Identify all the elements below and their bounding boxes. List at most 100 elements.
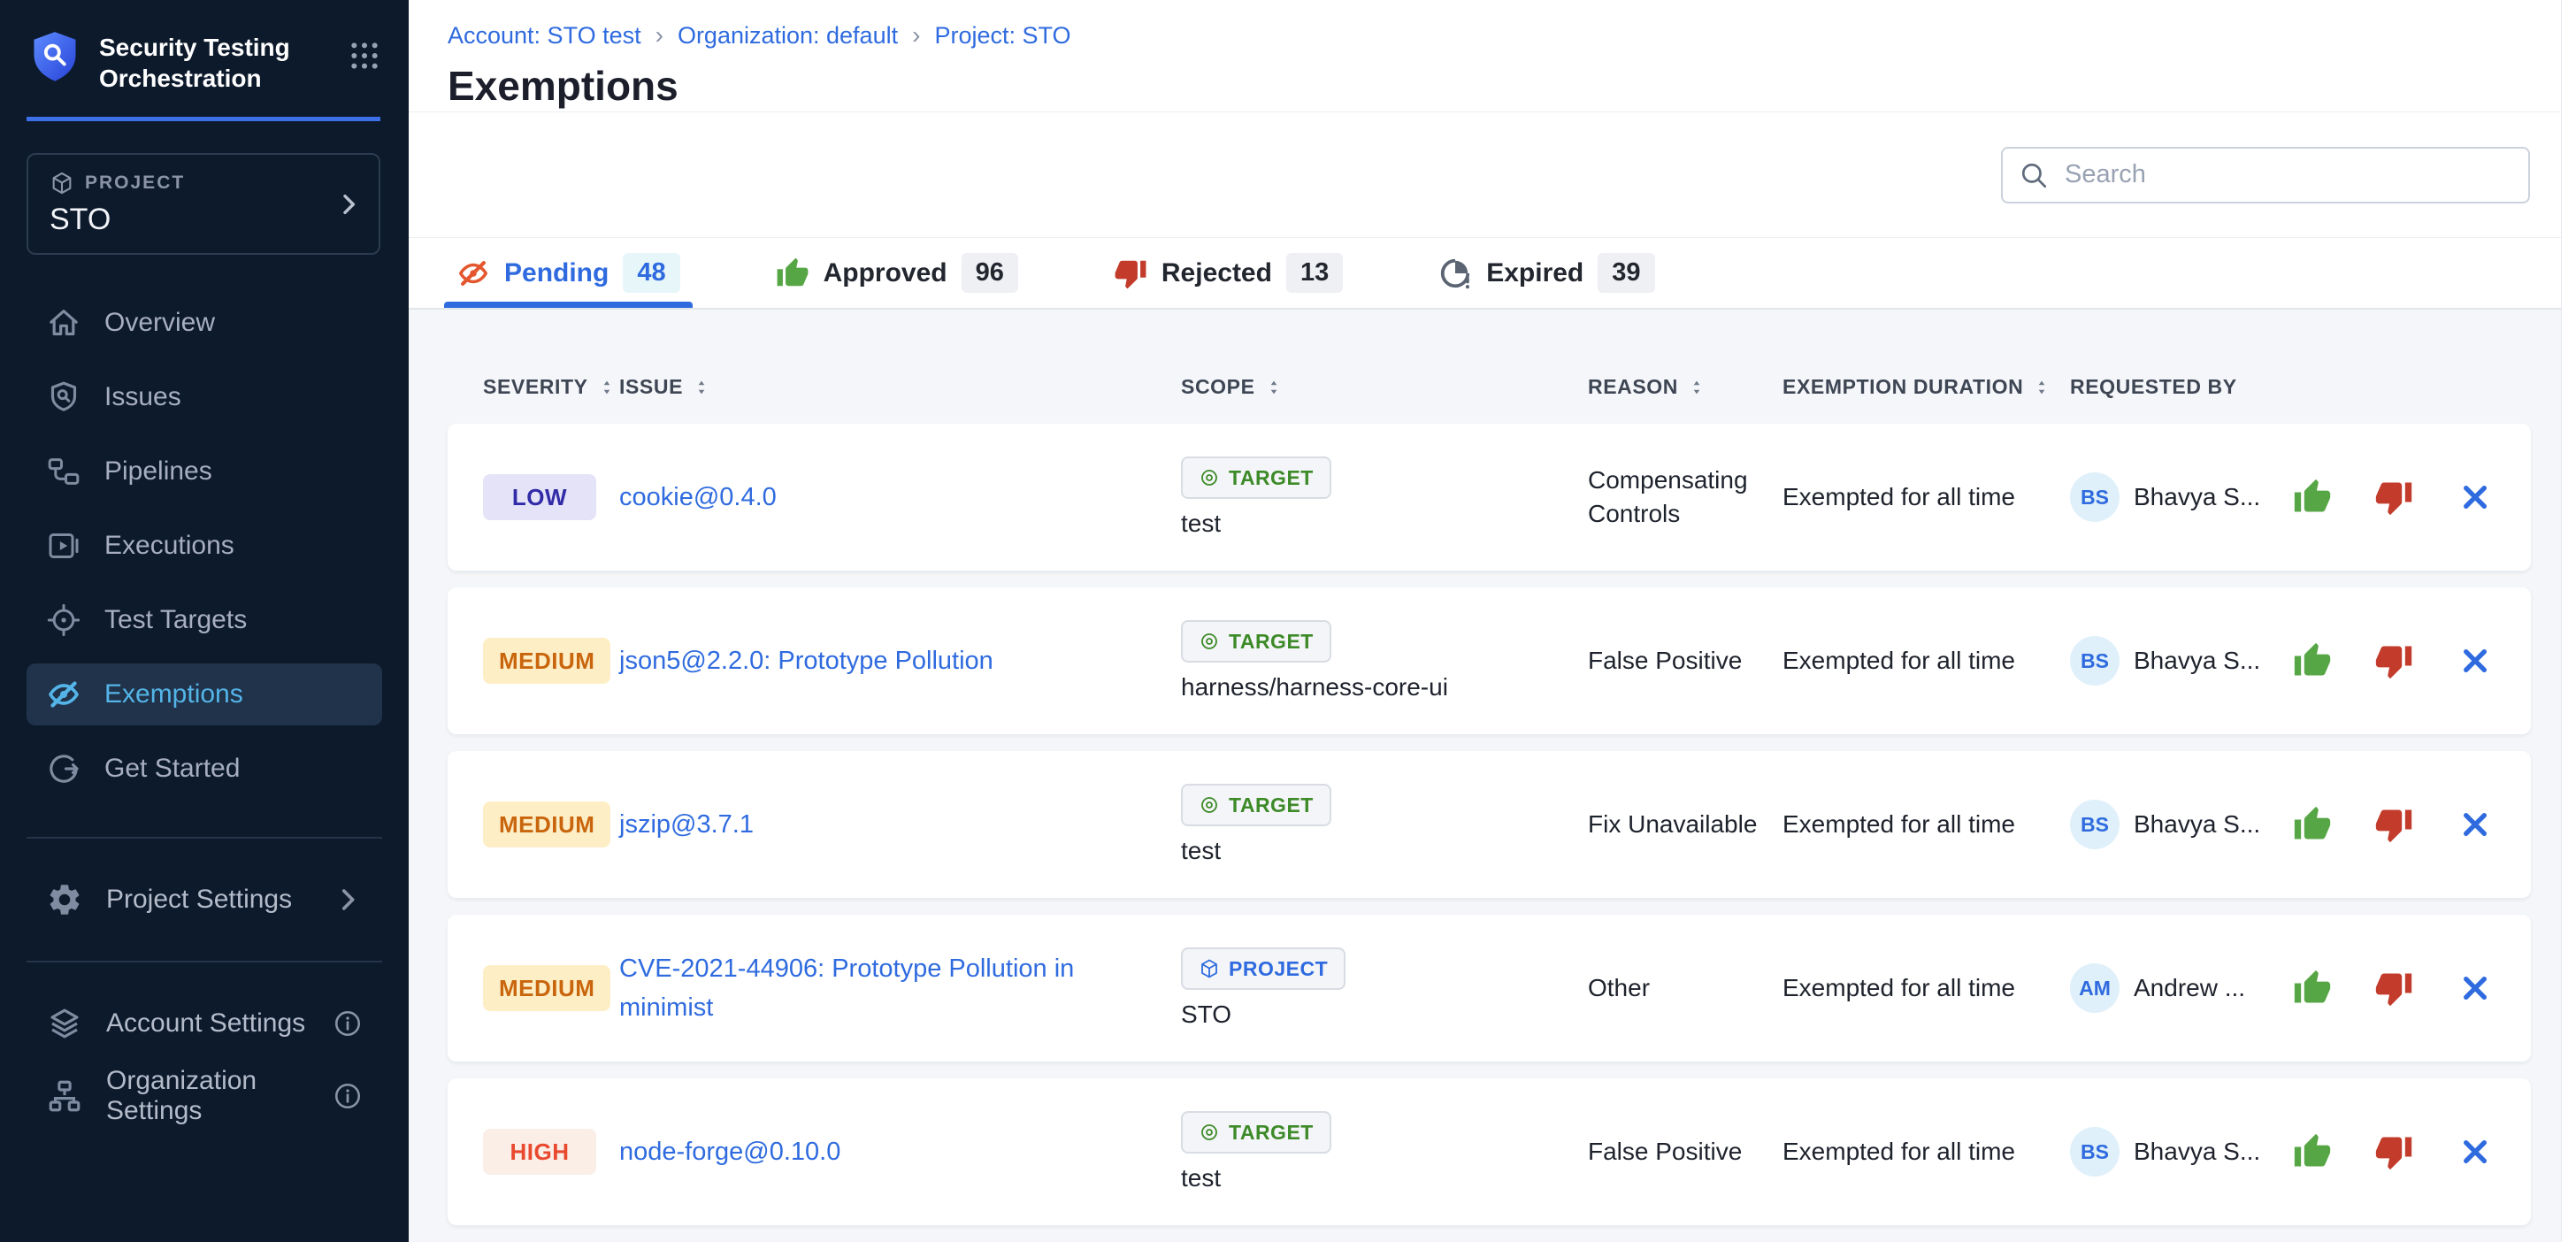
reject-button[interactable] xyxy=(2373,803,2415,846)
project-selector-value: STO xyxy=(50,203,326,237)
reason: Fix Unavailable xyxy=(1588,808,1782,841)
approve-button[interactable] xyxy=(2291,803,2334,846)
cancel-exemption-button[interactable] xyxy=(2454,476,2496,518)
sidebar-item-organization-settings[interactable]: Organization Settings xyxy=(27,1065,382,1127)
thumb-up-icon xyxy=(776,257,809,290)
home-icon xyxy=(46,305,81,341)
severity-badge: MEDIUM xyxy=(483,638,610,684)
cancel-exemption-button[interactable] xyxy=(2454,803,2496,846)
exemption-duration: Exempted for all time xyxy=(1782,480,2070,514)
tab-count-badge: 96 xyxy=(962,253,1018,293)
app-header: Security Testing Orchestration xyxy=(0,0,409,94)
project-cube-icon xyxy=(1199,958,1220,979)
issue-link[interactable]: node-forge@0.10.0 xyxy=(619,1138,840,1166)
scrollbar-gutter[interactable] xyxy=(2561,0,2576,1242)
issue-link[interactable]: json5@2.2.0: Prototype Pollution xyxy=(619,647,993,675)
approve-button[interactable] xyxy=(2291,640,2334,682)
sidebar-item-label: Overview xyxy=(104,308,215,338)
project-cube-icon xyxy=(50,171,74,196)
toolbar xyxy=(409,112,2576,238)
module-switcher-button[interactable] xyxy=(347,37,382,76)
target-icon xyxy=(1199,1122,1220,1143)
tab-rejected[interactable]: Rejected 13 xyxy=(1105,238,1352,308)
tab-approved[interactable]: Approved 96 xyxy=(767,238,1027,308)
sidebar-item-label: Exemptions xyxy=(104,679,243,709)
sort-icon xyxy=(692,377,711,398)
sidebar-item-project-settings[interactable]: Project Settings xyxy=(27,869,382,931)
table-row[interactable]: MEDIUM json5@2.2.0: Prototype Pollution … xyxy=(448,587,2531,734)
breadcrumb-project-link[interactable]: Project: STO xyxy=(934,22,1070,50)
thumb-down-icon xyxy=(2374,969,2413,1008)
sidebar-item-overview[interactable]: Overview xyxy=(27,292,382,354)
table-row[interactable]: MEDIUM jszip@3.7.1 TARGET test Fix Unava… xyxy=(448,751,2531,898)
reject-button[interactable] xyxy=(2373,1131,2415,1173)
tab-expired[interactable]: Expired 39 xyxy=(1430,238,1663,308)
reject-button[interactable] xyxy=(2373,967,2415,1009)
main-content: Account: STO test › Organization: defaul… xyxy=(409,0,2576,1242)
approve-button[interactable] xyxy=(2291,1131,2334,1173)
reason: False Positive xyxy=(1588,644,1782,678)
breadcrumb-organization-link[interactable]: Organization: default xyxy=(678,22,898,50)
column-header-severity[interactable]: SEVERITY xyxy=(483,375,619,399)
column-header-issue[interactable]: ISSUE xyxy=(619,375,1181,399)
sidebar-item-pipelines[interactable]: Pipelines xyxy=(27,441,382,502)
column-header-reason[interactable]: REASON xyxy=(1588,375,1782,399)
scope-badge: TARGET xyxy=(1181,456,1331,499)
cancel-exemption-button[interactable] xyxy=(2454,967,2496,1009)
sidebar-item-label: Get Started xyxy=(104,754,240,784)
exemption-duration: Exempted for all time xyxy=(1782,971,2070,1005)
info-icon[interactable] xyxy=(333,1008,363,1039)
thumb-down-icon xyxy=(2374,1132,2413,1171)
issue-link[interactable]: jszip@3.7.1 xyxy=(619,810,754,839)
approve-button[interactable] xyxy=(2291,967,2334,1009)
thumb-down-icon xyxy=(2374,805,2413,844)
issue-link[interactable]: cookie@0.4.0 xyxy=(619,483,777,511)
tab-pending[interactable]: Pending 48 xyxy=(448,238,689,308)
reject-button[interactable] xyxy=(2373,476,2415,518)
sidebar-item-test-targets[interactable]: Test Targets xyxy=(27,589,382,651)
scope-badge: PROJECT xyxy=(1181,947,1346,990)
thumb-up-icon xyxy=(2293,1132,2332,1171)
sidebar-divider xyxy=(27,961,382,962)
sidebar-item-exemptions[interactable]: Exemptions xyxy=(27,663,382,725)
scope-name: test xyxy=(1181,1164,1221,1192)
grid-icon xyxy=(347,38,382,73)
search-input[interactable] xyxy=(2001,147,2530,203)
project-settings-label: Project Settings xyxy=(106,885,292,915)
table-row[interactable]: HIGH node-forge@0.10.0 TARGET test False… xyxy=(448,1078,2531,1225)
breadcrumb-account-link[interactable]: Account: STO test xyxy=(448,22,641,50)
exemption-duration: Exempted for all time xyxy=(1782,644,2070,678)
requester-name: Bhavya S... xyxy=(2134,810,2260,839)
chevron-right-icon xyxy=(333,885,363,915)
pipeline-icon xyxy=(46,454,81,489)
table-row[interactable]: LOW cookie@0.4.0 TARGET test Compensatin… xyxy=(448,424,2531,571)
cancel-exemption-button[interactable] xyxy=(2454,640,2496,682)
clock-expired-icon xyxy=(1438,257,1472,290)
sort-icon xyxy=(1687,377,1706,398)
sidebar-item-account-settings[interactable]: Account Settings xyxy=(27,993,382,1054)
reject-button[interactable] xyxy=(2373,640,2415,682)
thumb-up-icon xyxy=(2293,805,2332,844)
page-header: Account: STO test › Organization: defaul… xyxy=(409,0,2576,112)
sidebar-item-get-started[interactable]: Get Started xyxy=(27,738,382,800)
sidebar-item-executions[interactable]: Executions xyxy=(27,515,382,577)
sidebar-item-issues[interactable]: Issues xyxy=(27,366,382,428)
avatar: BS xyxy=(2070,800,2120,849)
sidebar-item-label: Issues xyxy=(104,382,181,412)
project-selector[interactable]: PROJECT STO xyxy=(27,153,380,255)
scope-badge: TARGET xyxy=(1181,784,1331,826)
issue-link[interactable]: CVE-2021-44906: Prototype Pollution in m… xyxy=(619,954,1074,1022)
shield-search-icon xyxy=(46,380,81,415)
requester-name: Bhavya S... xyxy=(2134,1138,2260,1166)
sidebar: Security Testing Orchestration PROJECT S… xyxy=(0,0,409,1242)
cancel-exemption-button[interactable] xyxy=(2454,1131,2496,1173)
column-header-scope[interactable]: SCOPE xyxy=(1181,375,1588,399)
table-row[interactable]: MEDIUM CVE-2021-44906: Prototype Polluti… xyxy=(448,915,2531,1062)
column-header-duration[interactable]: EXEMPTION DURATION xyxy=(1782,375,2070,399)
severity-badge: LOW xyxy=(483,474,596,520)
info-icon[interactable] xyxy=(333,1081,363,1111)
sidebar-item-label: Pipelines xyxy=(104,456,212,487)
play-box-icon xyxy=(46,528,81,564)
approve-button[interactable] xyxy=(2291,476,2334,518)
tab-count-badge: 13 xyxy=(1286,253,1343,293)
